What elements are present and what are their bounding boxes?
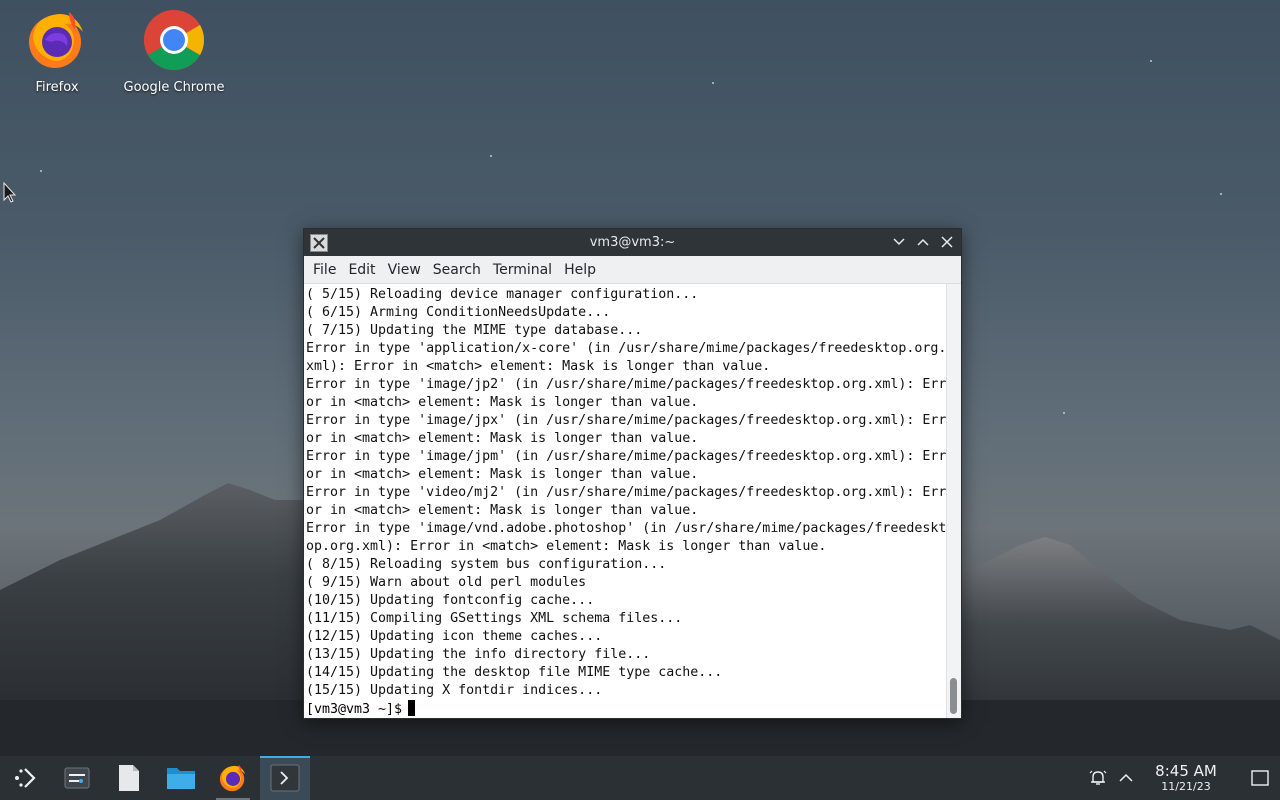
terminal-line: ( 7/15) Updating the MIME type database.… bbox=[306, 323, 643, 338]
maximize-button[interactable] bbox=[915, 233, 931, 251]
text-cursor bbox=[408, 700, 416, 716]
terminal-line: or in <match> element: Mask is longer th… bbox=[306, 431, 699, 446]
terminal-line: ( 9/15) Warn about old perl modules bbox=[306, 575, 587, 590]
scrollbar-thumb[interactable] bbox=[950, 678, 957, 714]
desktop-icon-firefox[interactable]: Firefox bbox=[2, 8, 112, 95]
terminal-line: op.org.xml): Error in <match> element: M… bbox=[306, 539, 827, 554]
chevron-up-icon bbox=[1119, 773, 1133, 782]
menu-help[interactable]: Help bbox=[558, 262, 602, 278]
pager-icon bbox=[64, 767, 90, 789]
show-desktop-icon bbox=[1251, 770, 1269, 786]
terminal-line: xml): Error in <match> element: Mask is … bbox=[306, 359, 771, 374]
menu-edit[interactable]: Edit bbox=[342, 262, 381, 278]
terminal-line: (14/15) Updating the desktop file MIME t… bbox=[306, 665, 723, 680]
terminal-line: Error in type 'image/jpm' (in /usr/share… bbox=[306, 449, 947, 464]
digital-clock[interactable]: 8:45 AM 11/21/23 bbox=[1146, 762, 1226, 794]
file-manager-icon bbox=[167, 768, 195, 789]
show-hidden-icons-button[interactable] bbox=[1112, 756, 1140, 800]
konsole-icon bbox=[270, 764, 300, 792]
terminal-line: Error in type 'image/vnd.adobe.photoshop… bbox=[306, 521, 947, 536]
terminal-prompt-line[interactable]: [vm3@vm3 ~]$ bbox=[304, 700, 947, 718]
desktop-icon-google-chrome[interactable]: Google Chrome bbox=[119, 8, 229, 95]
terminal-line: (13/15) Updating the info directory file… bbox=[306, 647, 651, 662]
terminal-window[interactable]: vm3@vm3:~ File Edit View Search Terminal… bbox=[303, 228, 962, 719]
mouse-cursor-icon bbox=[3, 182, 17, 203]
close-icon bbox=[941, 236, 953, 248]
terminal-line: ( 5/15) Reloading device manager configu… bbox=[306, 287, 699, 302]
terminal-line: (12/15) Updating icon theme caches... bbox=[306, 629, 603, 644]
taskbar-terminal-button[interactable] bbox=[260, 756, 310, 800]
desktop-icon-label: Firefox bbox=[35, 80, 79, 95]
application-launcher-button[interactable] bbox=[0, 756, 50, 800]
text-editor-button[interactable] bbox=[104, 756, 154, 800]
menu-bar: File Edit View Search Terminal Help bbox=[304, 256, 961, 284]
alarm-bell-icon bbox=[1089, 770, 1107, 785]
menu-view[interactable]: View bbox=[382, 262, 427, 278]
system-tray: 8:45 AM 11/21/23 bbox=[1084, 756, 1280, 800]
terminal-line: ( 8/15) Reloading system bus configurati… bbox=[306, 557, 667, 572]
terminal-line: or in <match> element: Mask is longer th… bbox=[306, 503, 699, 518]
chevron-up-icon bbox=[917, 238, 929, 246]
terminal-line: or in <match> element: Mask is longer th… bbox=[306, 395, 699, 410]
notifications-button[interactable] bbox=[1084, 756, 1112, 800]
terminal-line: ( 6/15) Arming ConditionNeedsUpdate... bbox=[306, 305, 611, 320]
application-launcher-icon bbox=[15, 768, 36, 788]
menu-terminal[interactable]: Terminal bbox=[487, 262, 558, 278]
firefox-icon bbox=[219, 764, 246, 792]
menu-file[interactable]: File bbox=[307, 262, 342, 278]
window-title: vm3@vm3:~ bbox=[589, 235, 676, 250]
terminal-line: (10/15) Updating fontconfig cache... bbox=[306, 593, 595, 608]
taskbar: 8:45 AM 11/21/23 bbox=[0, 756, 1280, 800]
xterm-app-icon bbox=[310, 234, 328, 252]
window-titlebar[interactable]: vm3@vm3:~ bbox=[304, 229, 961, 256]
show-desktop-button[interactable] bbox=[1240, 756, 1280, 800]
terminal-line: Error in type 'image/jp2' (in /usr/share… bbox=[306, 377, 947, 392]
clock-date: 11/21/23 bbox=[1161, 780, 1211, 793]
terminal-line: (11/15) Compiling GSettings XML schema f… bbox=[306, 611, 683, 626]
text-editor-icon bbox=[119, 765, 139, 791]
terminal-line: Error in type 'application/x-core' (in /… bbox=[306, 341, 947, 356]
pager-button[interactable] bbox=[52, 756, 102, 800]
minimize-button[interactable] bbox=[891, 233, 907, 251]
terminal-output[interactable]: ( 5/15) Reloading device manager configu… bbox=[304, 284, 947, 718]
desktop-icon-label: Google Chrome bbox=[123, 80, 225, 95]
terminal-line: Error in type 'image/jpx' (in /usr/share… bbox=[306, 413, 947, 428]
clock-time: 8:45 AM bbox=[1155, 762, 1217, 780]
vertical-scrollbar[interactable] bbox=[946, 284, 961, 718]
menu-search[interactable]: Search bbox=[427, 262, 487, 278]
close-button[interactable] bbox=[939, 233, 955, 251]
terminal-line: (15/15) Updating X fontdir indices... bbox=[306, 683, 603, 698]
chrome-icon bbox=[143, 9, 205, 71]
shell-prompt: [vm3@vm3 ~]$ bbox=[306, 702, 403, 717]
taskbar-firefox-button[interactable] bbox=[208, 756, 258, 800]
chevron-down-icon bbox=[893, 238, 905, 246]
terminal-text: ( 5/15) Reloading device manager configu… bbox=[304, 284, 947, 700]
firefox-icon bbox=[29, 12, 83, 68]
terminal-line: Error in type 'video/mj2' (in /usr/share… bbox=[306, 485, 947, 500]
terminal-line: or in <match> element: Mask is longer th… bbox=[306, 467, 699, 482]
file-manager-button[interactable] bbox=[156, 756, 206, 800]
